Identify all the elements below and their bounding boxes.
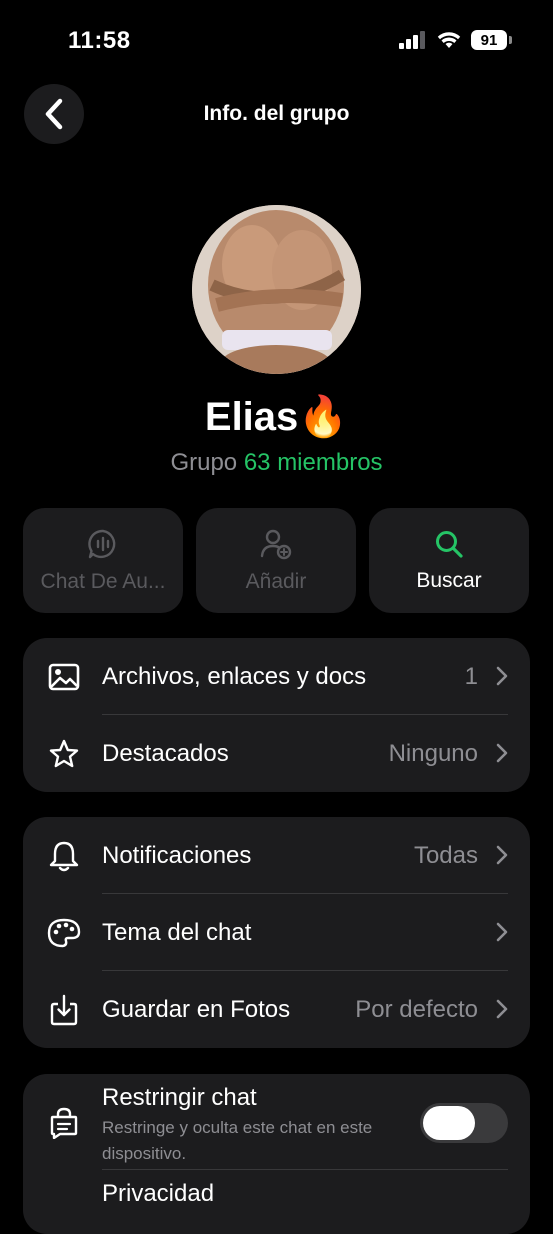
restrict-chat-label: Restringir chat bbox=[102, 1084, 257, 1111]
status-icons: 91 bbox=[399, 30, 512, 50]
group-type-label: Grupo bbox=[170, 449, 238, 476]
save-to-photos-label: Guardar en Fotos bbox=[102, 995, 291, 1023]
signal-icon bbox=[399, 31, 425, 49]
group-members-link[interactable]: 63 miembros bbox=[244, 449, 383, 476]
save-to-photos-row[interactable]: Guardar en Fotos Por defecto bbox=[23, 971, 530, 1048]
chevron-right-icon bbox=[496, 999, 508, 1019]
starred-value: Ninguno bbox=[388, 739, 478, 767]
status-bar: 11:58 91 bbox=[0, 0, 553, 84]
battery-level: 91 bbox=[480, 31, 498, 49]
chevron-right-icon bbox=[496, 666, 508, 686]
files-links-docs-label: Archivos, enlaces y docs bbox=[102, 662, 367, 690]
privacy-card: Restringir chat Restringe y oculta este … bbox=[23, 1074, 530, 1234]
audio-chat-label: Chat De Au... bbox=[40, 569, 166, 593]
battery-indicator: 91 bbox=[471, 30, 512, 50]
media-card: Archivos, enlaces y docs 1 Destacados Ni… bbox=[23, 638, 530, 792]
chat-theme-row[interactable]: Tema del chat bbox=[23, 894, 530, 971]
chevron-right-icon bbox=[496, 922, 508, 942]
restrict-chat-toggle[interactable] bbox=[420, 1103, 508, 1143]
restrict-chat-row[interactable]: Restringir chat Restringe y oculta este … bbox=[23, 1074, 530, 1170]
lock-chat-icon bbox=[47, 1106, 81, 1140]
settings-card: Notificaciones Todas Tema del chat Guard… bbox=[23, 817, 530, 1048]
image-icon bbox=[47, 660, 81, 694]
star-icon bbox=[47, 737, 81, 771]
group-name: Elias🔥 bbox=[204, 395, 349, 439]
page-title: Info. del grupo bbox=[203, 102, 350, 125]
privacy-row[interactable]: Privacidad bbox=[23, 1170, 530, 1234]
notifications-value: Todas bbox=[413, 841, 478, 869]
group-photo bbox=[192, 205, 361, 374]
add-button[interactable]: Añadir bbox=[196, 508, 356, 613]
privacy-label: Privacidad bbox=[102, 1180, 215, 1207]
save-to-photos-value: Por defecto bbox=[355, 995, 478, 1023]
search-button[interactable]: Buscar bbox=[369, 508, 529, 613]
audio-chat-icon bbox=[88, 529, 116, 558]
audio-chat-button[interactable]: Chat De Au... bbox=[23, 508, 183, 613]
files-count: 1 bbox=[464, 662, 478, 690]
add-person-icon bbox=[260, 529, 292, 559]
starred-label: Destacados bbox=[102, 739, 229, 767]
starred-row[interactable]: Destacados Ninguno bbox=[23, 715, 530, 792]
notifications-row[interactable]: Notificaciones Todas bbox=[23, 817, 530, 894]
notifications-label: Notificaciones bbox=[102, 841, 252, 869]
chat-theme-label: Tema del chat bbox=[102, 918, 252, 946]
toggle-knob bbox=[423, 1106, 475, 1140]
add-label: Añadir bbox=[245, 569, 307, 593]
chevron-right-icon bbox=[496, 743, 508, 763]
search-label: Buscar bbox=[416, 568, 482, 592]
group-subtitle: Grupo 63 miembros bbox=[0, 449, 553, 477]
palette-icon bbox=[47, 916, 81, 950]
download-icon bbox=[47, 993, 81, 1027]
search-icon bbox=[436, 530, 463, 558]
wifi-icon bbox=[437, 32, 461, 48]
files-links-docs-row[interactable]: Archivos, enlaces y docs 1 bbox=[23, 638, 530, 715]
status-time: 11:58 bbox=[68, 27, 131, 54]
restrict-chat-description: Restringe y oculta este chat en este dis… bbox=[102, 1118, 373, 1163]
chevron-right-icon bbox=[496, 845, 508, 865]
group-avatar[interactable] bbox=[192, 205, 361, 374]
bell-icon bbox=[47, 839, 81, 873]
